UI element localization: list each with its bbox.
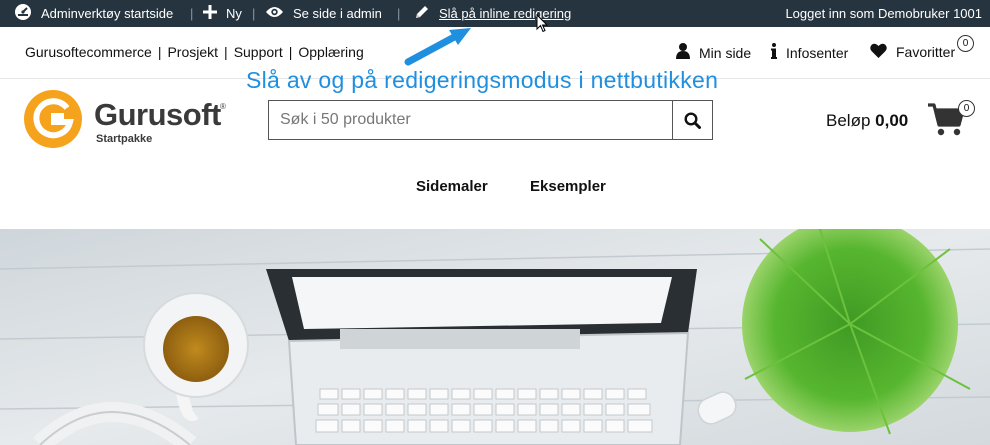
search-bar	[268, 100, 713, 140]
admin-dashboard-label: Adminverktøy startside	[41, 6, 174, 21]
annotation-text: Slå av og på redigeringsmodus i nettbuti…	[246, 67, 719, 93]
admin-view-label: Se side i admin	[293, 6, 382, 21]
registered-mark-icon: ®	[220, 102, 226, 111]
hero-image: ASUS	[0, 229, 990, 445]
dashboard-icon	[14, 3, 32, 24]
info-center-link[interactable]: Infosenter	[771, 43, 848, 62]
plus-icon	[203, 5, 217, 22]
admin-new-label: Ny	[226, 6, 242, 21]
favorites-count-badge: 0	[957, 35, 974, 52]
cart-button[interactable]: 0	[927, 100, 975, 140]
link-support[interactable]: Support	[234, 44, 283, 60]
nav-sidemaler[interactable]: Sidemaler	[416, 178, 488, 195]
cart-total-amount: 0,00	[875, 111, 909, 130]
cart-total: Beløp 0,00	[826, 111, 908, 131]
admin-bar: Adminverktøy startside | Ny | Se side i …	[0, 0, 990, 27]
link-separator: |	[157, 44, 162, 60]
nav-eksempler[interactable]: Eksempler	[530, 178, 606, 195]
admin-new-button[interactable]: Ny	[203, 0, 242, 27]
favorites-link[interactable]: Favoritter	[870, 43, 955, 61]
heart-icon	[870, 43, 887, 61]
cart-count-badge: 0	[958, 100, 975, 117]
cart-total-label: Beløp	[826, 111, 871, 130]
inline-edit-label: Slå på inline redigering	[439, 6, 572, 21]
gurusoft-logo[interactable]: Gurusoft ® Startpakke	[24, 90, 234, 150]
admin-separator: |	[397, 6, 401, 21]
link-separator: |	[288, 44, 293, 60]
my-page-label: Min side	[699, 44, 752, 61]
search-input[interactable]	[269, 101, 672, 139]
admin-separator: |	[252, 6, 256, 21]
logo-tagline: Startpakke	[96, 133, 153, 145]
favorites-label: Favoritter	[896, 44, 956, 60]
search-icon	[684, 111, 701, 129]
user-icon	[676, 43, 690, 62]
search-button[interactable]	[672, 101, 712, 139]
eye-icon	[265, 5, 284, 22]
logo-name: Gurusoft	[94, 97, 221, 132]
link-gurusoftecommerce[interactable]: Gurusoftecommerce	[25, 44, 152, 60]
pencil-icon	[414, 4, 430, 23]
admin-separator: |	[190, 6, 194, 21]
logged-in-text: Logget inn som Demobruker 1001	[785, 6, 982, 21]
admin-dashboard-link[interactable]: Adminverktøy startside	[14, 0, 173, 27]
link-opplaering[interactable]: Opplæring	[298, 44, 363, 60]
info-center-label: Infosenter	[786, 44, 849, 61]
info-icon	[771, 43, 777, 62]
link-separator: |	[224, 44, 228, 60]
top-links-left: Gurusoftecommerce | Prosjekt | Support |…	[25, 44, 364, 60]
admin-view-link[interactable]: Se side i admin	[265, 0, 382, 27]
link-prosjekt[interactable]: Prosjekt	[167, 44, 218, 60]
my-page-link[interactable]: Min side	[676, 43, 751, 62]
annotation-arrow-icon	[404, 28, 471, 66]
